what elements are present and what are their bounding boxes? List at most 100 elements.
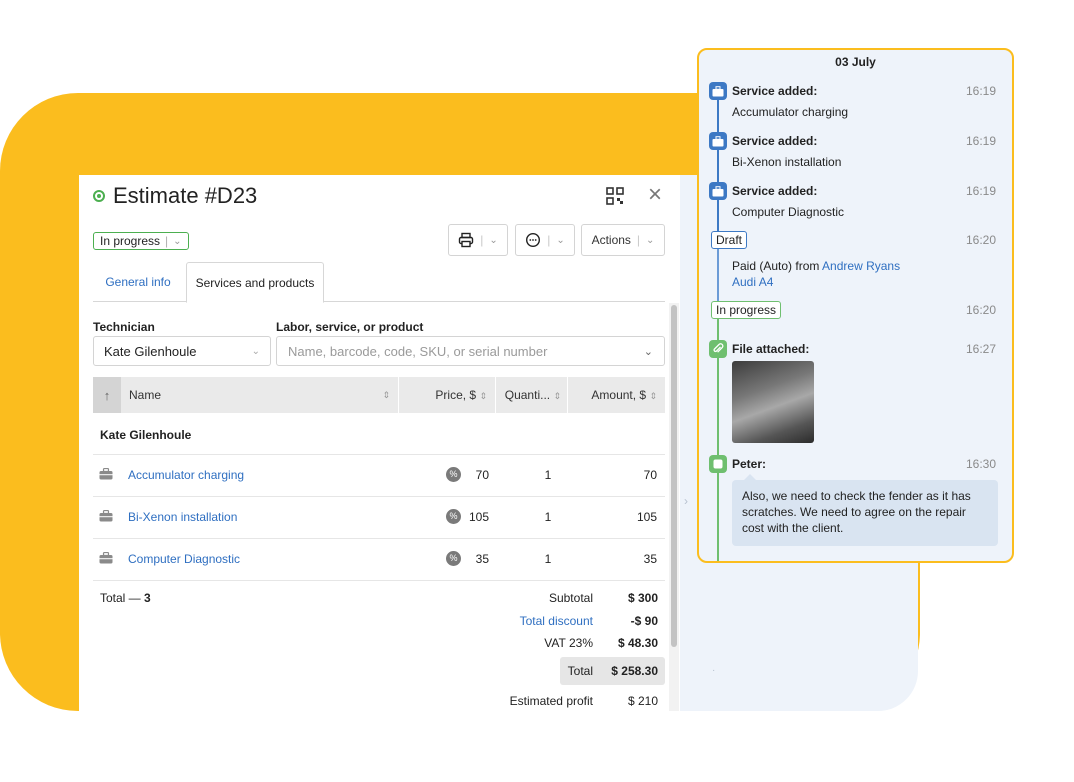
qr-code-icon[interactable]: [604, 185, 626, 207]
paperclip-icon: [709, 340, 727, 358]
tab-bar: General info Services and products: [93, 262, 665, 303]
chevron-down-icon: ⌄: [251, 345, 260, 357]
close-icon[interactable]: ×: [648, 183, 662, 207]
briefcase-icon: [99, 552, 113, 564]
briefcase-icon: [99, 468, 113, 480]
expand-chevron-icon[interactable]: ›: [684, 494, 688, 508]
status-select[interactable]: In progress | ⌄: [93, 232, 189, 250]
column-price[interactable]: Price, $ ⇕: [399, 377, 496, 413]
subtotal-label: Subtotal: [548, 591, 593, 605]
scrollbar-thumb[interactable]: [671, 305, 677, 647]
column-price-label: Price, $: [435, 388, 477, 402]
payment-note-text: Paid (Auto) from: [732, 259, 823, 273]
timeline-event-time: 16:27: [965, 342, 996, 356]
column-quantity[interactable]: Quanti... ⇕: [496, 377, 568, 413]
sort-arrow-icon[interactable]: ↑: [93, 377, 121, 413]
technician-select[interactable]: Kate Gilenhoule ⌄: [93, 336, 271, 366]
message-button[interactable]: | ⌄: [515, 224, 575, 256]
briefcase-icon: [709, 132, 727, 150]
timeline-event-detail: Bi-Xenon installation: [732, 155, 842, 169]
attached-photo-thumbnail[interactable]: [732, 361, 814, 443]
product-search-input[interactable]: Name, barcode, code, SKU, or serial numb…: [276, 336, 665, 366]
estimated-profit-label: Estimated profit: [509, 694, 593, 708]
briefcase-icon: [709, 82, 727, 100]
sort-icon: ⇕: [382, 389, 390, 400]
client-link[interactable]: Andrew Ryans: [822, 259, 900, 273]
in-progress-status-tag: In progress: [711, 301, 782, 319]
product-label: Labor, service, or product: [276, 320, 424, 334]
sort-icon: ⇕: [553, 391, 561, 401]
divider: |: [165, 234, 169, 248]
timeline-event-time: 16:30: [965, 457, 996, 471]
total-count-prefix: Total —: [100, 591, 145, 605]
row-quantity: 1: [544, 468, 552, 482]
vat-label: VAT 23%: [544, 636, 593, 650]
product-search-placeholder: Name, barcode, code, SKU, or serial numb…: [288, 343, 548, 359]
total-count-value: 3: [144, 591, 151, 605]
estimated-profit-value: $ 210: [627, 694, 658, 708]
row-price: 35: [475, 552, 489, 566]
row-amount: 105: [636, 510, 657, 524]
vehicle-link[interactable]: Audi A4: [732, 275, 773, 289]
print-button[interactable]: | ⌄: [448, 224, 508, 256]
column-quantity-label: Quanti...: [504, 388, 551, 402]
draft-status-tag: Draft: [711, 231, 748, 249]
column-amount[interactable]: Amount, $ ⇕: [568, 377, 665, 413]
timeline-event-title: Service added:: [732, 134, 818, 148]
row-price: 70: [475, 468, 489, 482]
total-count: Total — 3: [100, 591, 151, 605]
total-discount-link[interactable]: Total discount: [473, 614, 593, 628]
row-name-link[interactable]: Bi-Xenon installation: [128, 510, 237, 524]
total-value: $ 258.30: [611, 664, 658, 678]
comment-icon: [709, 455, 727, 473]
table-row[interactable]: Bi-Xenon installation % 105 1 105: [93, 497, 665, 539]
timeline-event-title: Service added:: [732, 184, 818, 198]
column-name-label: Name: [129, 388, 162, 402]
timeline-event-time: 16:20: [965, 303, 996, 317]
actions-button-label: Actions: [591, 233, 631, 247]
briefcase-icon: [709, 182, 727, 200]
column-amount-label: Amount, $: [591, 388, 647, 402]
timeline-event-time: 16:19: [965, 134, 996, 148]
payment-note: Paid (Auto) from Andrew Ryans: [732, 259, 900, 273]
row-name-link[interactable]: Accumulator charging: [128, 468, 244, 482]
estimate-card: Estimate #D23 × In progress | ⌄ | ⌄ | ⌄ …: [79, 175, 680, 711]
row-quantity: 1: [544, 510, 552, 524]
timeline-event-detail: Accumulator charging: [732, 105, 849, 119]
decorative-dot: ·: [712, 665, 716, 676]
chat-bubble-icon: [526, 232, 541, 248]
row-amount: 70: [643, 468, 657, 482]
timeline-date: 03 July: [835, 55, 876, 69]
row-amount: 35: [643, 552, 657, 566]
comment-bubble: Also, we need to check the fender as it …: [732, 474, 998, 546]
technician-select-value: Kate Gilenhoule: [104, 343, 197, 359]
divider: |: [636, 233, 641, 247]
actions-button[interactable]: Actions | ⌄: [581, 224, 665, 256]
column-name[interactable]: Name ⇕: [121, 377, 399, 413]
row-quantity: 1: [544, 552, 552, 566]
row-name-link[interactable]: Computer Diagnostic: [128, 552, 240, 566]
technician-group-title: Kate Gilenhoule: [100, 428, 192, 442]
total-label: Total: [567, 664, 593, 678]
tab-general-info[interactable]: General info: [93, 262, 183, 302]
printer-icon: [459, 232, 474, 248]
sort-icon: ⇕: [479, 391, 487, 401]
tab-services-and-products[interactable]: Services and products: [186, 262, 324, 303]
row-price: 105: [468, 510, 489, 524]
subtotal-value: $ 300: [627, 591, 658, 605]
timeline-event-time: 16:19: [965, 84, 996, 98]
vat-value: $ 48.30: [617, 636, 658, 650]
scrollbar[interactable]: [669, 303, 679, 711]
divider: |: [547, 233, 551, 247]
briefcase-icon: [99, 510, 113, 522]
page-title: Estimate #D23: [113, 183, 258, 208]
file-attached-title: File attached:: [732, 342, 810, 356]
table-row[interactable]: Accumulator charging % 70 1 70: [93, 455, 665, 497]
chevron-down-icon: ⌄: [556, 234, 565, 246]
estimate-header: Estimate #D23: [93, 183, 257, 209]
chevron-down-icon: ⌄: [646, 234, 655, 246]
chevron-down-icon: ⌄: [643, 345, 653, 358]
status-select-label: In progress: [100, 234, 161, 248]
table-row[interactable]: Computer Diagnostic % 35 1 35: [93, 539, 665, 581]
chevron-down-icon: ⌄: [489, 234, 498, 246]
